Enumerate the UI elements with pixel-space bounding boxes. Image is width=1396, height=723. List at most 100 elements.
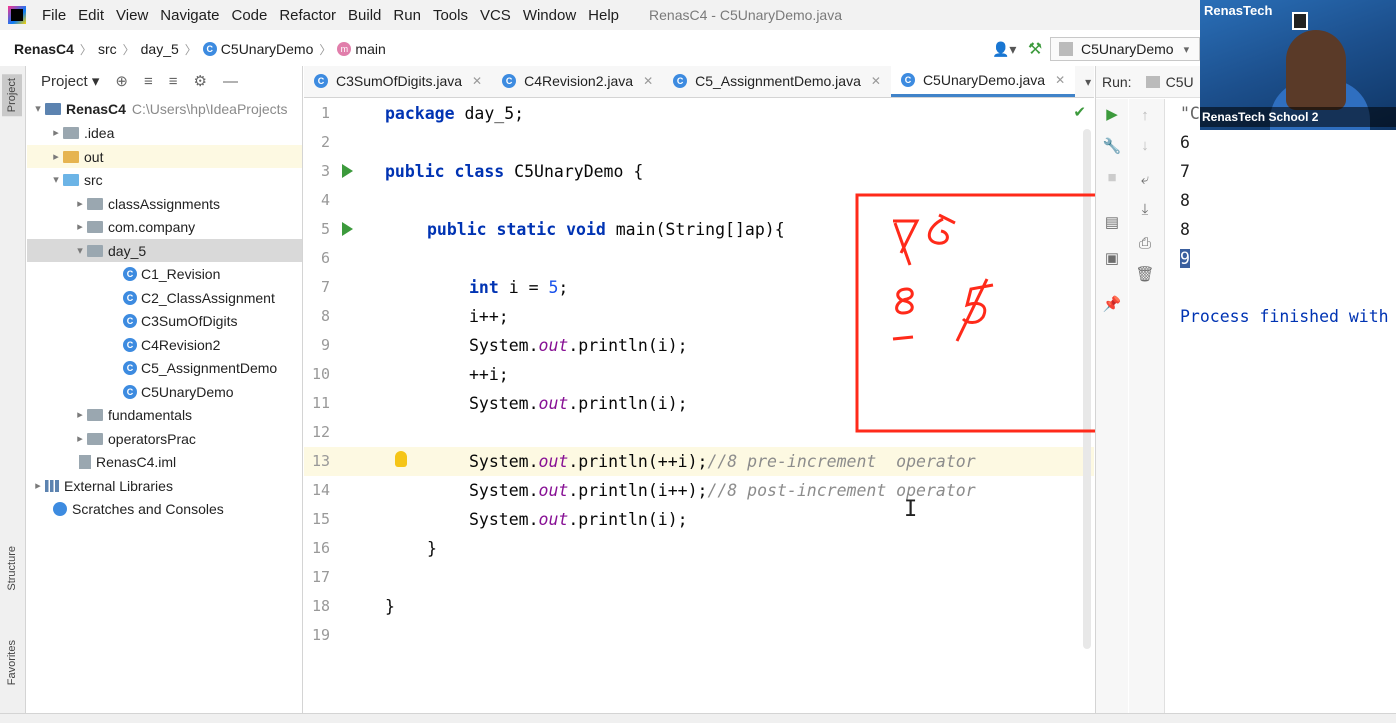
tree-item-c3sumofdigits[interactable]: C C3SumOfDigits [27, 309, 302, 332]
wrench-icon[interactable]: 🔧 [1096, 137, 1128, 155]
locate-icon[interactable]: ⊕ [115, 72, 128, 90]
code-text: i++; [469, 307, 509, 326]
run-gutter-icon[interactable] [342, 222, 353, 236]
project-view-select[interactable]: Project ▾ [41, 72, 99, 90]
close-icon[interactable]: ✕ [1055, 73, 1065, 87]
tree-item-c4revision2[interactable]: C C4Revision2 [27, 333, 302, 356]
collapse-all-icon[interactable]: ≡ [169, 73, 178, 90]
tree-item-day5[interactable]: ▾ day_5 [27, 239, 302, 262]
chevron-down-icon: ▾ [35, 103, 41, 115]
close-icon[interactable]: ✕ [472, 74, 482, 88]
annotation-scribble-five [955, 278, 994, 342]
source-folder-icon [63, 173, 79, 186]
camera-icon[interactable]: ▣ [1096, 249, 1128, 267]
expand-all-icon[interactable]: ≡ [144, 73, 153, 90]
menu-navigate[interactable]: Navigate [154, 7, 225, 24]
lightbulb-icon[interactable] [395, 451, 407, 467]
breadcrumb-src[interactable]: src [98, 41, 117, 57]
breadcrumb-separator-icon: 〉 [319, 42, 332, 57]
package-icon [87, 197, 103, 210]
arrow-down-icon[interactable]: ↓ [1129, 137, 1161, 154]
console-output[interactable]: "C 6 7 8 8 9 Process finished with [1180, 99, 1396, 713]
tree-item-c2-classassignment[interactable]: C C2_ClassAssignment [27, 286, 302, 309]
close-icon[interactable]: ✕ [871, 74, 881, 88]
menu-file[interactable]: File [36, 7, 72, 24]
arrow-up-icon[interactable]: ↑ [1129, 107, 1161, 124]
menu-code[interactable]: Code [225, 7, 273, 24]
build-hammer-icon[interactable]: ⚒ [1020, 39, 1050, 59]
close-icon[interactable]: ✕ [643, 74, 653, 88]
editor-tab-c3sumofdigits[interactable]: C C3SumOfDigits.java ✕ [304, 65, 492, 97]
tree-item-fundamentals[interactable]: ▸ fundamentals [27, 403, 302, 426]
tree-item-c5unarydemo[interactable]: C C5UnaryDemo [27, 380, 302, 403]
menu-build[interactable]: Build [342, 7, 387, 24]
tree-label: fundamentals [108, 406, 193, 423]
run-configuration-select[interactable]: C5UnaryDemo ▾ [1050, 37, 1200, 61]
code-text: System.out.println(i); [469, 336, 688, 355]
line-number: 19 [311, 626, 330, 644]
tree-item-project-root[interactable]: ▾ RenasC4 C:\Users\hp\IdeaProjects [27, 97, 302, 120]
console-line: 6 [1180, 133, 1190, 152]
tree-item-c1-revision[interactable]: C C1_Revision [27, 262, 302, 285]
breadcrumb-day5[interactable]: day_5 [141, 41, 179, 57]
breadcrumb-method[interactable]: main [355, 41, 385, 57]
tool-tab-structure[interactable]: Structure [2, 544, 22, 593]
code-line: 15 System.out.println(i); [304, 505, 1094, 534]
tool-tab-favorites[interactable]: Favorites [2, 638, 22, 687]
scroll-to-end-icon[interactable]: ⤓ [1129, 201, 1161, 218]
tree-item-out[interactable]: ▸ out [27, 145, 302, 168]
tree-item-external-libraries[interactable]: ▸ External Libraries [27, 474, 302, 497]
tree-label: RenasC4 [66, 100, 126, 117]
hide-panel-icon[interactable]: — [223, 73, 238, 90]
user-dropdown-icon[interactable]: 👤▾ [992, 41, 1020, 58]
menu-run[interactable]: Run [387, 7, 427, 24]
run-configuration-label: C5UnaryDemo [1081, 41, 1174, 57]
print-icon[interactable]: ⎙ [1129, 235, 1161, 252]
rerun-play-icon[interactable]: ▶ [1096, 105, 1128, 123]
menu-vcs[interactable]: VCS [474, 7, 517, 24]
soft-wrap-icon[interactable]: ⤶ [1129, 171, 1161, 188]
run-gutter-icon[interactable] [342, 164, 353, 178]
editor-tab-bar: C C3SumOfDigits.java ✕ C C4Revision2.jav… [304, 65, 1094, 98]
class-icon: C [123, 337, 137, 352]
line-number: 7 [320, 278, 330, 296]
chevron-right-icon: ▸ [53, 151, 59, 163]
tree-item-scratches[interactable]: Scratches and Consoles [27, 497, 302, 520]
menu-tools[interactable]: Tools [427, 7, 474, 24]
left-tool-stripe: Project Structure Favorites [0, 66, 26, 713]
class-icon: C [502, 74, 517, 88]
tool-tab-project[interactable]: Project [2, 74, 22, 117]
code-line: 1 package day_5; [304, 99, 1094, 128]
tree-item-iml[interactable]: RenasC4.iml [27, 450, 302, 473]
trash-icon[interactable]: 🗑 [1129, 265, 1161, 283]
menu-edit[interactable]: Edit [72, 7, 110, 24]
editor-tab-c5unarydemo[interactable]: C C5UnaryDemo.java ✕ [890, 65, 1076, 97]
run-label: Run: [1102, 73, 1132, 90]
tree-item-idea[interactable]: ▸ .idea [27, 121, 302, 144]
package-icon [87, 432, 103, 445]
layout-icon[interactable]: ▤ [1096, 213, 1128, 231]
tree-item-src[interactable]: ▾ src [27, 168, 302, 191]
stop-icon[interactable]: ■ [1096, 169, 1128, 186]
menu-refactor[interactable]: Refactor [273, 7, 342, 24]
tree-item-c5-assignmentdemo[interactable]: C C5_AssignmentDemo [27, 356, 302, 379]
code-text: System.out.println(i++);//8 post-increme… [469, 481, 976, 500]
code-text: int i = 5; [469, 278, 569, 297]
tree-item-com-company[interactable]: ▸ com.company [27, 215, 302, 238]
tree-item-classassignments[interactable]: ▸ classAssignments [27, 192, 302, 215]
code-line: 18 } [304, 592, 1094, 621]
menu-help[interactable]: Help [582, 7, 625, 24]
settings-gear-icon[interactable]: ⚙ [194, 72, 207, 90]
menu-window[interactable]: Window [517, 7, 582, 24]
tree-item-operatorsprac[interactable]: ▸ operatorsPrac [27, 427, 302, 450]
code-line: 19 [304, 621, 1094, 650]
run-tab[interactable]: C5U [1146, 74, 1194, 90]
pin-icon[interactable]: 📌 [1096, 295, 1128, 313]
breadcrumb-class[interactable]: C5UnaryDemo [221, 41, 314, 57]
editor-tab-c5-assignmentdemo[interactable]: C C5_AssignmentDemo.java ✕ [663, 65, 891, 97]
breadcrumb-separator-icon: 〉 [184, 42, 197, 57]
class-icon: C [123, 290, 137, 305]
menu-view[interactable]: View [110, 7, 154, 24]
editor-tab-c4revision2[interactable]: C C4Revision2.java ✕ [492, 65, 663, 97]
breadcrumb-project[interactable]: RenasC4 [14, 41, 74, 57]
